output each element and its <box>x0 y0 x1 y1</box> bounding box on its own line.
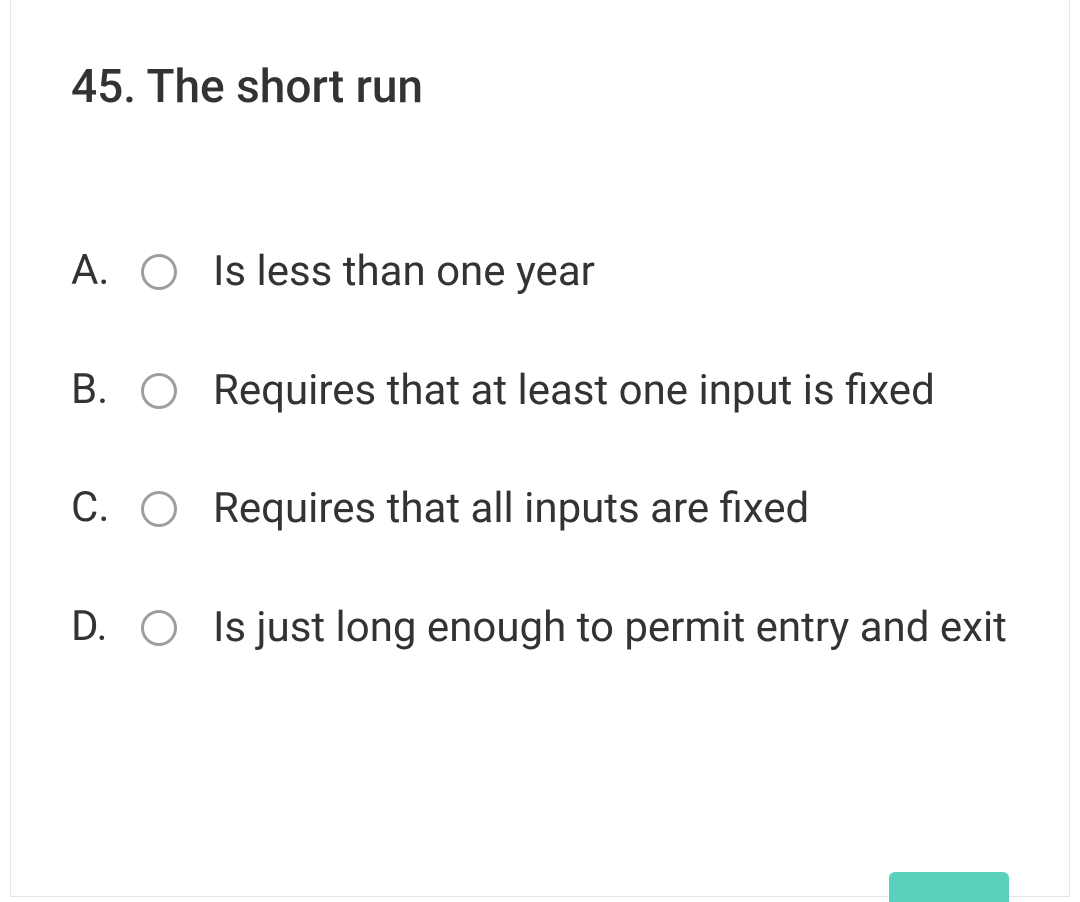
option-c[interactable]: C. Requires that all inputs are fixed <box>71 481 1009 538</box>
option-d[interactable]: D. Is just long enough to permit entry a… <box>71 600 1009 657</box>
option-a[interactable]: A. Is less than one year <box>71 244 1009 301</box>
options-list: A. Is less than one year B. Requires tha… <box>71 244 1009 657</box>
radio-d[interactable] <box>141 610 177 646</box>
question-title: 45. The short run <box>71 60 1009 114</box>
question-card: 45. The short run A. Is less than one ye… <box>10 0 1070 897</box>
radio-c[interactable] <box>141 491 177 527</box>
option-b[interactable]: B. Requires that at least one input is f… <box>71 363 1009 420</box>
option-letter: C. <box>71 481 123 536</box>
question-number: 45. <box>71 60 136 114</box>
option-letter: D. <box>71 600 123 655</box>
action-button[interactable] <box>889 872 1009 902</box>
option-text: Requires that all inputs are fixed <box>195 481 1009 538</box>
option-letter: A. <box>71 244 123 299</box>
option-text: Is just long enough to permit entry and … <box>195 600 1009 657</box>
option-text: Requires that at least one input is fixe… <box>195 363 1009 420</box>
option-text: Is less than one year <box>195 244 1009 301</box>
option-letter: B. <box>71 363 123 418</box>
radio-a[interactable] <box>141 254 177 290</box>
question-text: The short run <box>146 60 423 114</box>
radio-b[interactable] <box>141 373 177 409</box>
